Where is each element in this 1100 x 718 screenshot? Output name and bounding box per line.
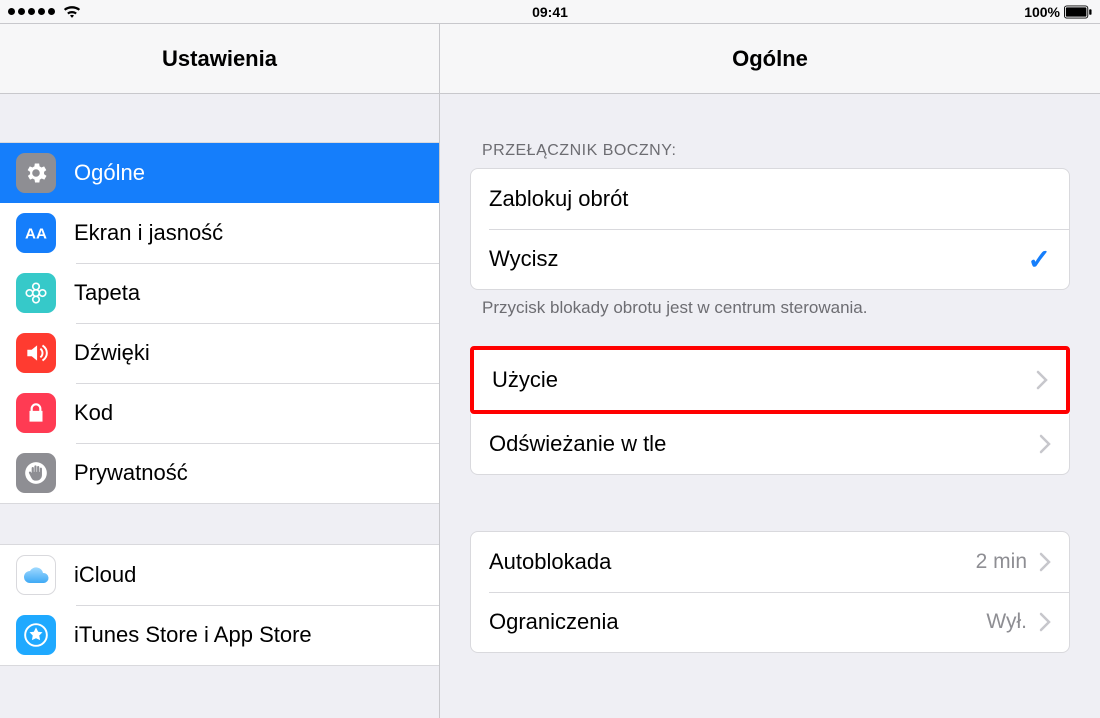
sidebar-title: Ustawienia xyxy=(0,24,439,94)
row-restrictions[interactable]: Ograniczenia Wył. xyxy=(471,592,1069,652)
sidebar-item-label: Tapeta xyxy=(74,280,140,306)
sidebar-item-display[interactable]: AA Ekran i jasność xyxy=(0,203,439,263)
sidebar-item-privacy[interactable]: Prywatność xyxy=(0,443,439,503)
row-label: Odświeżanie w tle xyxy=(489,431,1039,457)
status-time: 09:41 xyxy=(532,4,568,20)
sidebar-item-label: iCloud xyxy=(74,562,136,588)
sidebar-item-passcode[interactable]: Kod xyxy=(0,383,439,443)
flower-icon xyxy=(16,273,56,313)
autolock-panel: Autoblokada 2 min Ograniczenia Wył. xyxy=(470,531,1070,653)
svg-text:AA: AA xyxy=(25,225,47,242)
sidebar-group: Ogólne AA Ekran i jasność Tapeta xyxy=(0,142,439,504)
row-background-refresh[interactable]: Odświeżanie w tle xyxy=(471,414,1069,474)
sidebar-item-label: Prywatność xyxy=(74,460,188,486)
hand-icon xyxy=(16,453,56,493)
sidebar-item-appstore[interactable]: iTunes Store i App Store xyxy=(0,605,439,665)
switch-option-label: Wycisz xyxy=(489,246,1028,272)
chevron-right-icon xyxy=(1039,552,1051,572)
switch-panel: Zablokuj obrót Wycisz ✓ xyxy=(470,168,1070,290)
detail-title: Ogólne xyxy=(440,24,1100,94)
usage-panel: Użycie xyxy=(470,346,1070,414)
aa-icon: AA xyxy=(16,213,56,253)
appstore-icon xyxy=(16,615,56,655)
chevron-right-icon xyxy=(1039,434,1051,454)
status-left xyxy=(8,5,81,19)
detail-pane: Ogólne Przełącznik boczny: Zablokuj obró… xyxy=(440,24,1100,718)
sidebar-item-sounds[interactable]: Dźwięki xyxy=(0,323,439,383)
row-label: Użycie xyxy=(492,367,1036,393)
row-autolock[interactable]: Autoblokada 2 min xyxy=(471,532,1069,592)
sidebar-item-wallpaper[interactable]: Tapeta xyxy=(0,263,439,323)
row-label: Autoblokada xyxy=(489,549,976,575)
gear-icon xyxy=(16,153,56,193)
switch-option-lock-rotation[interactable]: Zablokuj obrót xyxy=(471,169,1069,229)
background-refresh-panel: Odświeżanie w tle xyxy=(470,414,1070,475)
checkmark-icon: ✓ xyxy=(1028,243,1051,276)
sidebar-item-label: Kod xyxy=(74,400,113,426)
battery-icon xyxy=(1064,5,1092,19)
battery-percent: 100% xyxy=(1024,4,1060,20)
lock-icon xyxy=(16,393,56,433)
chevron-right-icon xyxy=(1039,612,1051,632)
row-value: 2 min xyxy=(976,550,1027,574)
switch-option-mute[interactable]: Wycisz ✓ xyxy=(471,229,1069,289)
sidebar-item-icloud[interactable]: iCloud xyxy=(0,545,439,605)
sidebar-item-label: Ekran i jasność xyxy=(74,220,223,246)
settings-sidebar: Ustawienia Ogólne AA Ekran i jasność xyxy=(0,24,440,718)
sidebar-group: iCloud iTunes Store i App Store xyxy=(0,544,439,666)
status-right: 100% xyxy=(1024,4,1092,20)
speaker-icon xyxy=(16,333,56,373)
sidebar-item-label: Dźwięki xyxy=(74,340,150,366)
chevron-right-icon xyxy=(1036,370,1048,390)
section-footer-switch: Przycisk blokady obrotu jest w centrum s… xyxy=(470,290,1070,318)
switch-option-label: Zablokuj obrót xyxy=(489,186,1051,212)
signal-strength-icon xyxy=(8,8,55,15)
row-usage[interactable]: Użycie xyxy=(474,350,1066,410)
row-value: Wył. xyxy=(986,610,1027,634)
sidebar-item-label: iTunes Store i App Store xyxy=(74,622,312,648)
wifi-icon xyxy=(63,5,81,19)
sidebar-item-general[interactable]: Ogólne xyxy=(0,143,439,203)
sidebar-item-label: Ogólne xyxy=(74,160,145,186)
row-label: Ograniczenia xyxy=(489,609,986,635)
status-bar: 09:41 100% xyxy=(0,0,1100,24)
cloud-icon xyxy=(16,555,56,595)
section-header-switch: Przełącznik boczny: xyxy=(470,142,1070,168)
